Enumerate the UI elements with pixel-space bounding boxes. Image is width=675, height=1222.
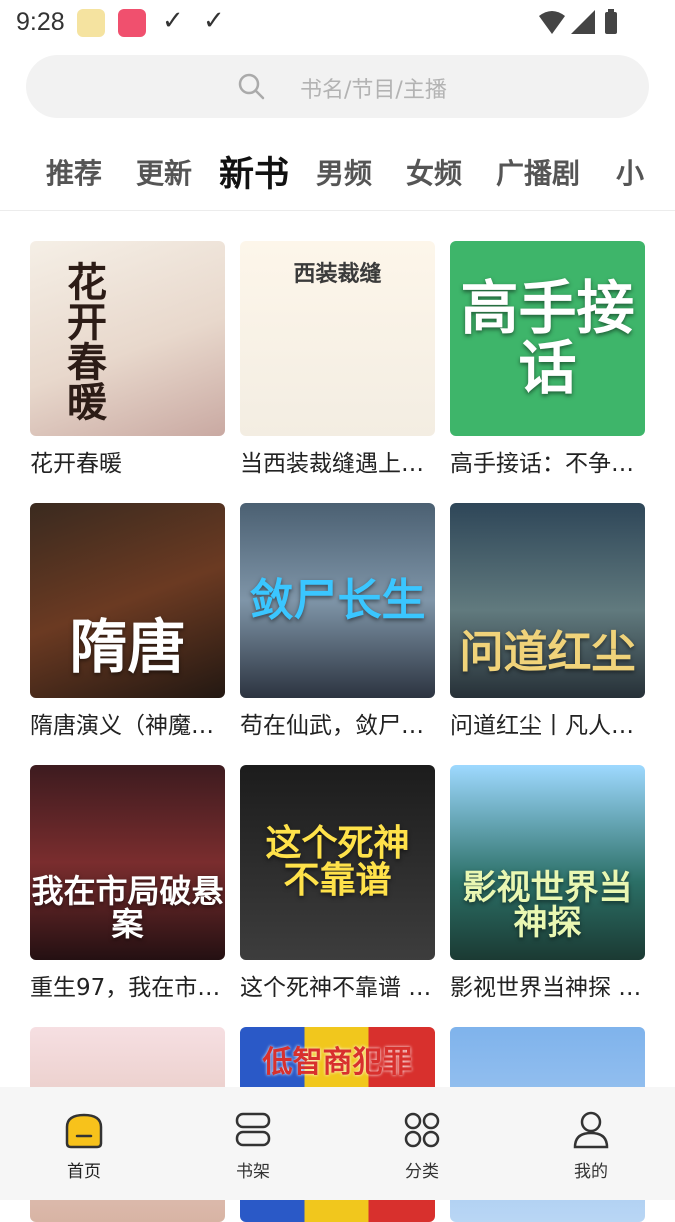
cover-title: 低智商犯罪	[262, 1045, 413, 1080]
book-card[interactable]: 西装裁缝 当西装裁缝遇上…	[240, 241, 435, 478]
book-card[interactable]: 敛尸长生 苟在仙武，敛尸…	[240, 503, 435, 740]
book-title: 当西装裁缝遇上…	[240, 451, 424, 477]
tab-radio-drama[interactable]: 广播剧	[496, 152, 580, 192]
status-time: 9:28	[16, 8, 65, 36]
book-title: 这个死神不靠谱 …	[240, 975, 432, 1001]
tab-more[interactable]: 小	[616, 152, 644, 192]
book-card[interactable]: 影视世界当神探 影视世界当神探 …	[450, 765, 645, 1002]
cover-title: 高手接话	[460, 273, 635, 403]
nav-home[interactable]: 首页	[34, 1109, 134, 1182]
cover-title: 这个死神不靠谱	[265, 822, 410, 902]
cellular-signal-icon	[571, 10, 595, 34]
cover-title: 隋唐	[69, 613, 186, 682]
profile-icon	[573, 1111, 609, 1149]
book-card[interactable]: 高手接话 高手接话：不争…	[450, 241, 645, 478]
book-card[interactable]: 花开春暖 花开春暖	[30, 241, 225, 478]
home-icon	[65, 1113, 103, 1149]
notification-app-icon	[118, 9, 146, 37]
book-cover: 问道红尘	[450, 503, 645, 698]
status-indicators	[537, 8, 623, 38]
search-input[interactable]: 书名/节目/主播	[26, 55, 649, 118]
book-title: 影视世界当神探 …	[450, 975, 642, 1001]
category-icon	[404, 1112, 440, 1148]
book-cover: 西装裁缝	[240, 241, 435, 436]
download-done-icon: ✓	[162, 6, 184, 36]
book-cover: 影视世界当神探	[450, 765, 645, 960]
search-icon	[238, 73, 265, 100]
bottom-navigation: 首页 书架 分类 我的	[0, 1087, 675, 1200]
book-card[interactable]: 问道红尘 问道红尘丨凡人…	[450, 503, 645, 740]
nav-label: 我的	[574, 1162, 608, 1182]
cover-title: 问道红尘	[459, 626, 636, 678]
book-title: 重生97，我在市…	[30, 975, 221, 1001]
cover-title: 敛尸长生	[249, 574, 426, 626]
book-cover: 我在市局破悬案	[30, 765, 225, 960]
search-placeholder: 书名/节目/主播	[300, 78, 447, 103]
cover-title: 花开春暖	[60, 261, 106, 421]
download-done-icon: ✓	[203, 6, 225, 36]
nav-bookshelf[interactable]: 书架	[203, 1109, 303, 1182]
nav-label: 首页	[67, 1162, 101, 1182]
tab-updates[interactable]: 更新	[136, 152, 192, 192]
book-cover: 敛尸长生	[240, 503, 435, 698]
bookshelf-icon	[235, 1112, 271, 1147]
status-bar: 9:28 ✓ ✓	[0, 0, 675, 46]
book-card[interactable]: 我在市局破悬案 重生97，我在市…	[30, 765, 225, 1002]
book-cover: 花开春暖	[30, 241, 225, 436]
tab-new-books[interactable]: 新书	[219, 146, 289, 197]
tab-male[interactable]: 男频	[316, 152, 372, 192]
battery-icon	[605, 12, 617, 34]
tab-female[interactable]: 女频	[406, 152, 462, 192]
nav-label: 书架	[236, 1162, 270, 1182]
book-title: 花开春暖	[30, 451, 122, 477]
book-card[interactable]: 隋唐 隋唐演义（神魔…	[30, 503, 225, 740]
nav-label: 分类	[405, 1162, 439, 1182]
nav-profile[interactable]: 我的	[541, 1109, 641, 1182]
book-title: 问道红尘丨凡人…	[450, 713, 634, 739]
cover-title: 我在市局破悬案	[31, 871, 224, 944]
book-cover: 这个死神不靠谱	[240, 765, 435, 960]
book-title: 隋唐演义（神魔…	[30, 713, 214, 739]
nav-category[interactable]: 分类	[372, 1109, 472, 1182]
book-title: 苟在仙武，敛尸…	[240, 713, 424, 739]
tab-recommend[interactable]: 推荐	[46, 152, 102, 192]
category-tabs: 推荐 更新 新书 男频 女频 广播剧 小	[0, 140, 675, 210]
book-cover: 高手接话	[450, 241, 645, 436]
cover-title: 影视世界当神探	[462, 867, 633, 944]
book-cover: 隋唐	[30, 503, 225, 698]
book-title: 高手接话：不争…	[450, 451, 634, 477]
notification-app-icon	[77, 9, 105, 37]
book-card[interactable]: 这个死神不靠谱 这个死神不靠谱 …	[240, 765, 435, 1002]
wifi-icon	[539, 11, 565, 34]
cover-title: 西装裁缝	[293, 262, 382, 287]
tabs-divider	[0, 210, 675, 211]
